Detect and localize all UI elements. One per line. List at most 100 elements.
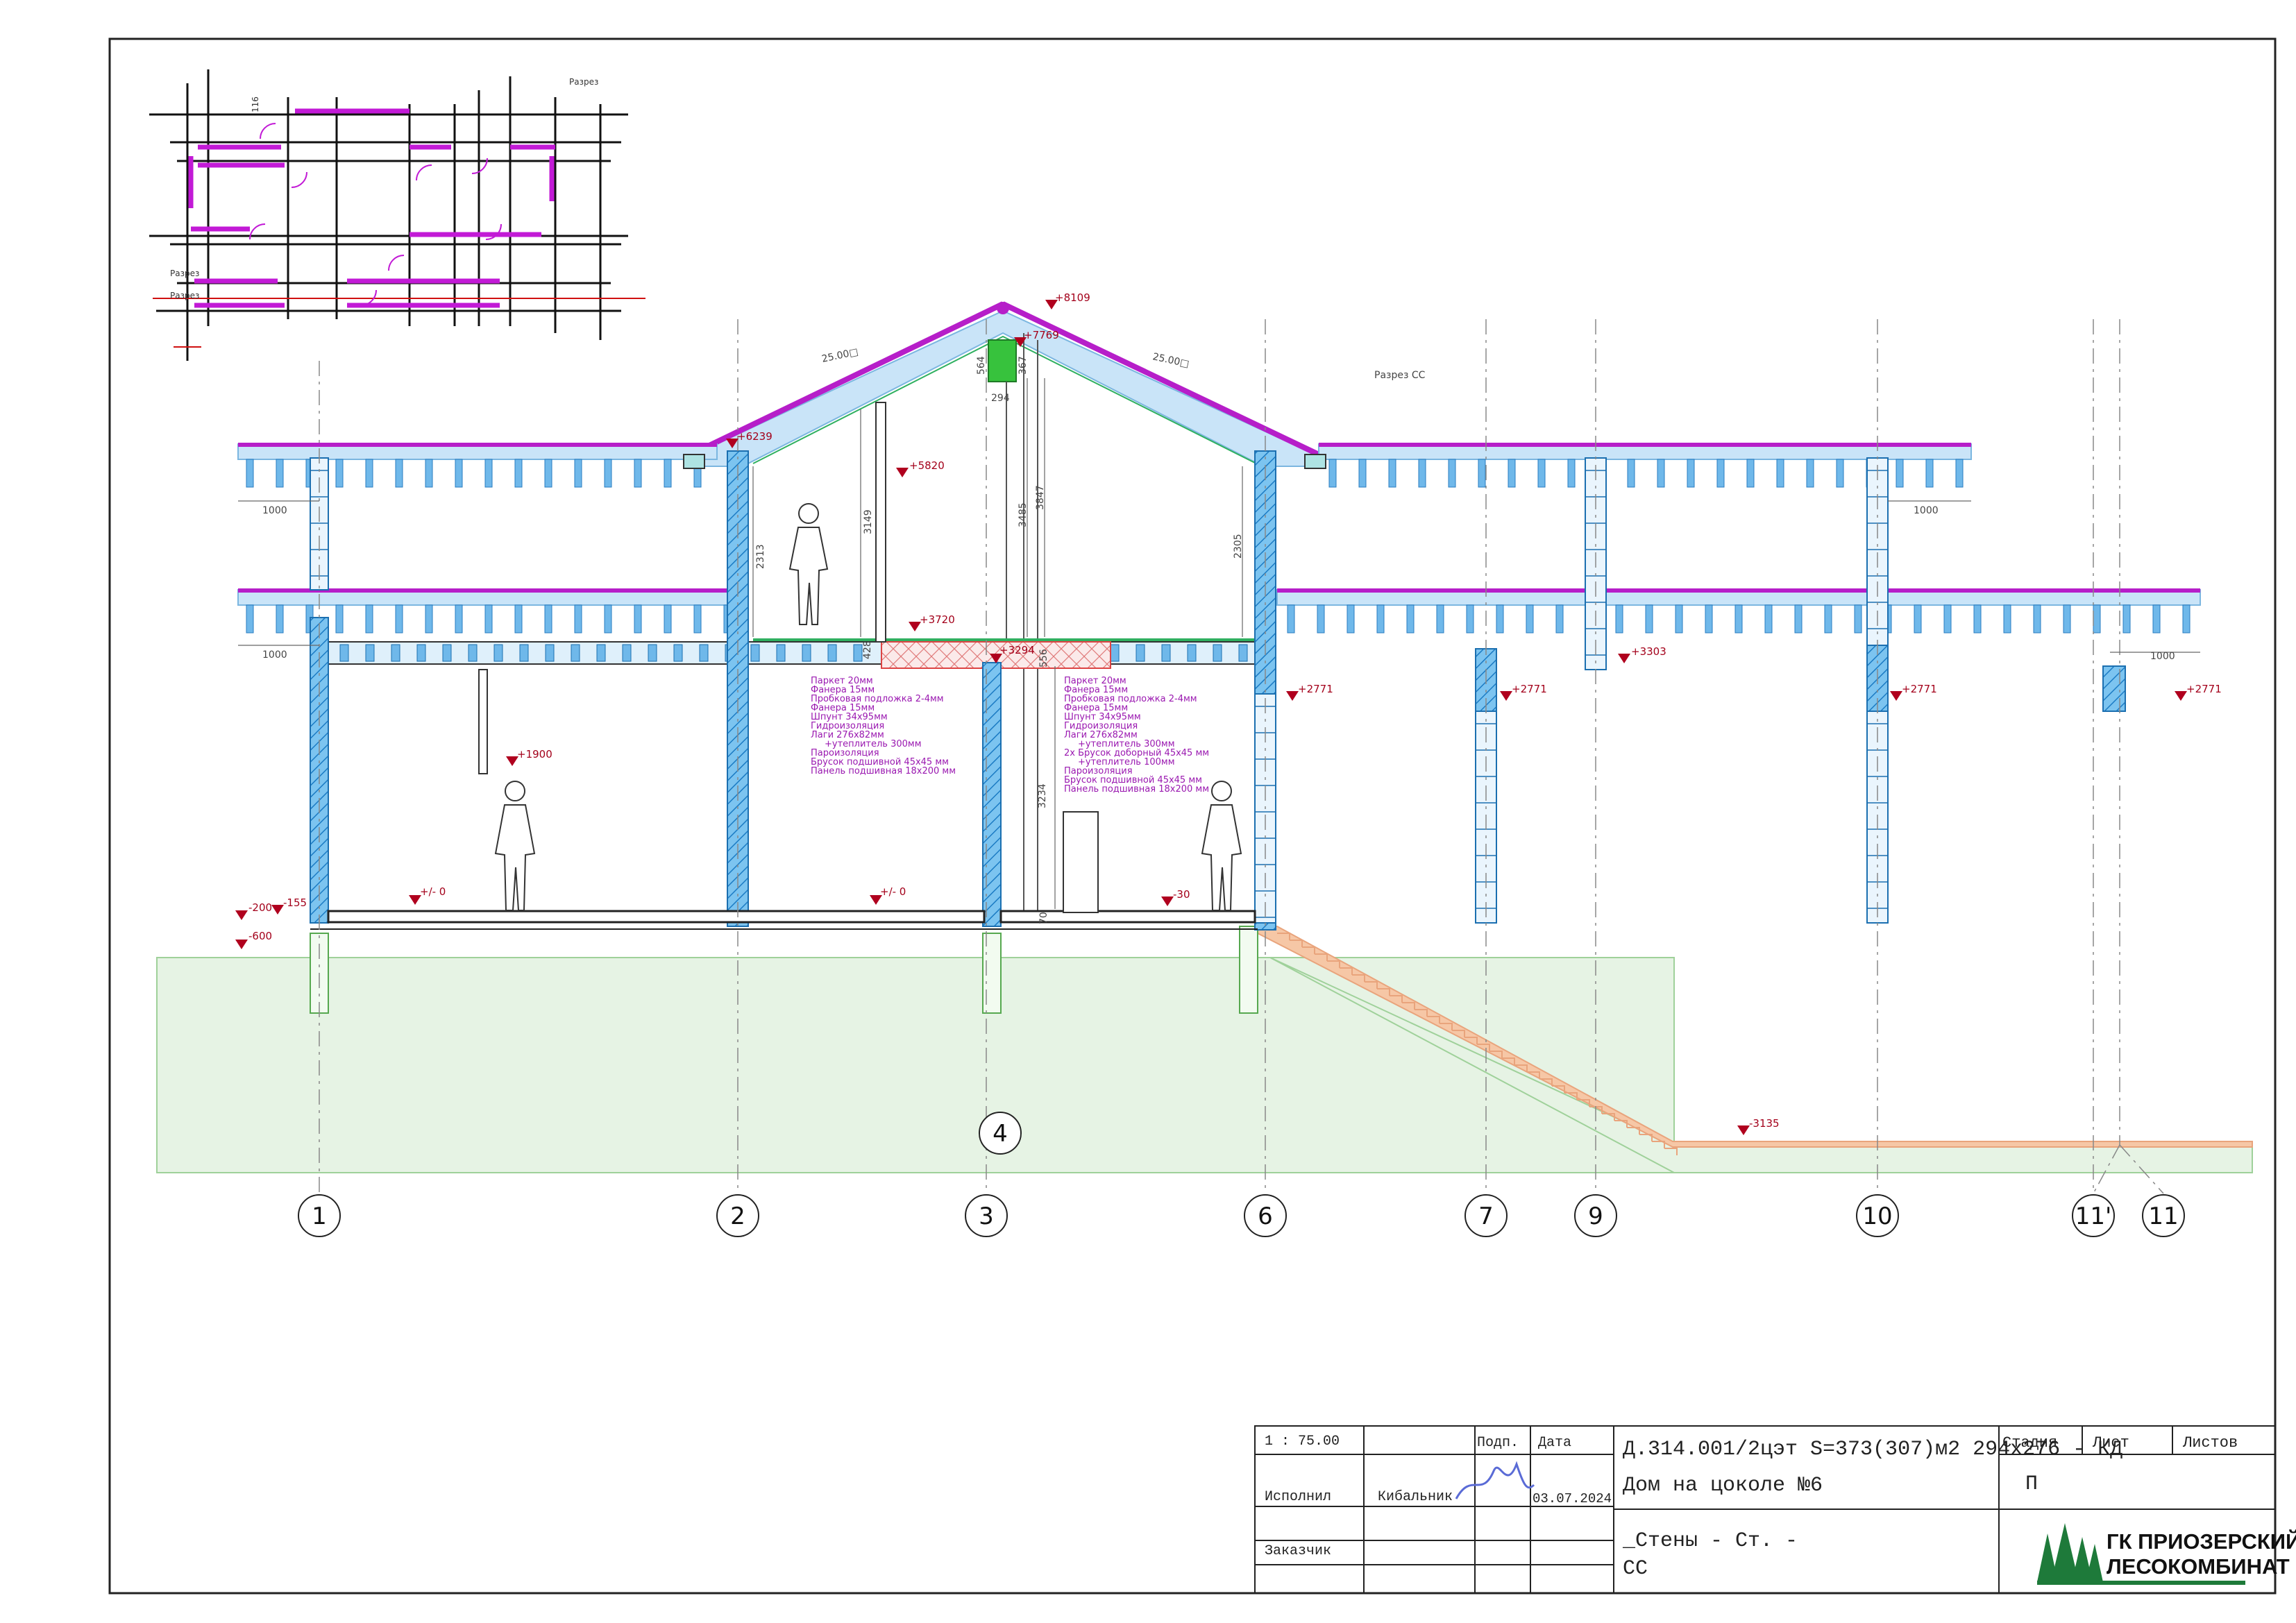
rafter-tail	[514, 459, 523, 488]
floor-joist	[622, 644, 632, 662]
dim-294: 294	[991, 393, 1010, 404]
roof-slope-left: 25.00□	[821, 346, 859, 365]
level-floor-right: -30	[1173, 888, 1190, 901]
company-logo: ГК ПРИОЗЕРСКИЙ ЛЕСОКОМБИНАТ	[2037, 1523, 2296, 1585]
rafter-tail	[1645, 604, 1653, 634]
level-beam-11: +2771	[2186, 683, 2222, 695]
dim-564: 564	[976, 356, 987, 375]
floor-joist	[853, 644, 863, 662]
rafter-tail	[1716, 459, 1725, 488]
axis-label: 1	[312, 1203, 327, 1230]
floor-joist	[699, 644, 709, 662]
logo-line-1: ГК ПРИОЗЕРСКИЙ	[2107, 1529, 2296, 1554]
level-window-1: +1900	[517, 748, 552, 760]
rafter-tail	[1287, 604, 1295, 634]
level-attic-floor: +3720	[920, 613, 955, 626]
layer-note: Панель подшивная 18х200 мм	[1064, 784, 1209, 794]
rafter-tail	[2122, 604, 2131, 634]
rafter-tail	[1764, 604, 1773, 634]
sheet-frame	[108, 37, 2277, 1595]
beam-end-left	[683, 454, 705, 469]
layer-notes-left: Паркет 20ммФанера 15ммПробковая подложка…	[811, 676, 956, 776]
plan-dim: 116	[251, 96, 260, 112]
floor-joist	[827, 644, 837, 662]
section-title: Разрез СС	[1374, 370, 1426, 381]
dim-367: 367	[1018, 356, 1029, 375]
rafter-tail	[1328, 459, 1337, 488]
rafter-tail	[2182, 604, 2191, 634]
rafter-tail	[276, 459, 284, 488]
layer-notes-right: Паркет 20ммФанера 15ммПробковая подложка…	[1064, 676, 1209, 794]
floor-slabs	[310, 910, 1258, 930]
axis-label: 3	[979, 1203, 994, 1230]
rafter-tail	[544, 459, 552, 488]
tb-row-customer: Заказчик	[1265, 1543, 1331, 1559]
rafter-tail	[1896, 459, 1904, 488]
level-marker	[271, 905, 284, 915]
level-beam-10: +2771	[1902, 683, 1937, 695]
floor-joist	[442, 644, 452, 662]
level-marker	[1618, 654, 1630, 663]
rafter-tail	[574, 459, 582, 488]
level-beam-6: +2771	[1298, 683, 1333, 695]
rafter-tail	[2152, 604, 2161, 634]
dim-556: 556	[1038, 649, 1049, 668]
floor-joist	[1213, 644, 1222, 662]
floor-joist	[545, 644, 555, 662]
floor-joist	[391, 644, 400, 662]
rafter-tail	[1317, 604, 1325, 634]
dim-3485: 3485	[1018, 502, 1029, 527]
rafter-tail	[455, 604, 463, 634]
beam-end-right	[1304, 454, 1326, 469]
floor-joist	[1110, 644, 1120, 662]
floor-joist	[776, 644, 786, 662]
rafter-tail	[574, 604, 582, 634]
level-marker	[1500, 691, 1512, 701]
level-marker	[2175, 691, 2187, 701]
plan-walls-magenta	[188, 108, 555, 308]
floor-joist	[1161, 644, 1171, 662]
tb-stage-value: П	[2025, 1472, 2038, 1496]
door-axis-4-6	[1063, 811, 1099, 913]
dim-floor-left: 1000	[262, 649, 287, 661]
rafter-tail	[1943, 604, 1952, 634]
tb-date: 03.07.2024	[1533, 1491, 1612, 1506]
tb-sheet-title-2: СС	[1623, 1557, 1648, 1581]
axis-label: 9	[1588, 1203, 1603, 1230]
person-figure-left	[494, 781, 536, 911]
level-floor-mid: +/- 0	[880, 885, 906, 898]
rafter-tail	[1526, 604, 1534, 634]
axis-label: 11	[2148, 1203, 2178, 1230]
axis-label: 4	[993, 1120, 1008, 1148]
dim-2305: 2305	[1233, 534, 1244, 559]
tb-sheet-label: Лист	[2092, 1434, 2129, 1452]
rafter-tail	[246, 604, 254, 634]
rafter-tail	[544, 604, 552, 634]
floor-joist	[596, 644, 606, 662]
dim-70: 70	[1038, 912, 1049, 924]
axis-label: 7	[1478, 1203, 1494, 1230]
level-beam-7: +2771	[1512, 683, 1547, 695]
level-wing-beam: +3303	[1631, 645, 1666, 658]
rafter-tail	[484, 459, 493, 488]
rafter-tail	[1406, 604, 1415, 634]
rafter-tail	[2033, 604, 2041, 634]
roof-edge-right	[1002, 301, 1320, 457]
level-marker	[235, 940, 248, 949]
level-ground-2: -155	[283, 897, 307, 909]
rafter-tail	[1794, 604, 1803, 634]
rafter-tail	[1955, 459, 1964, 488]
rafter-tail	[604, 604, 612, 634]
level-slope-bottom: -3135	[1749, 1117, 1780, 1130]
roof-main	[693, 309, 1316, 467]
rafter-tail	[425, 604, 433, 634]
rafter-tail	[1824, 604, 1832, 634]
rafter-tail	[1914, 604, 1922, 634]
rafter-tail	[1746, 459, 1755, 488]
rafter-tail	[365, 459, 373, 488]
rafter-tail	[246, 459, 254, 488]
rafter-tail	[1496, 604, 1504, 634]
rafter-tail	[1734, 604, 1743, 634]
rafter-tail	[1806, 459, 1814, 488]
rafter-tail	[2093, 604, 2101, 634]
